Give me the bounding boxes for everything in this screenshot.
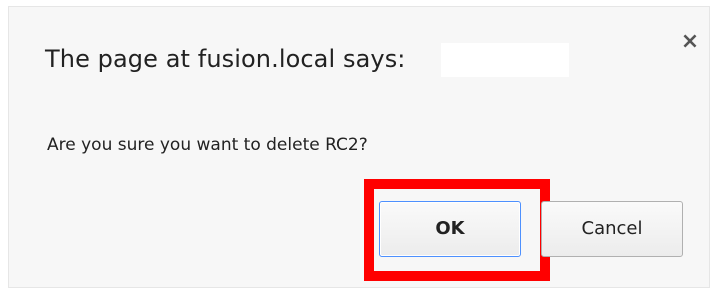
dialog-message: Are you sure you want to delete RC2?	[47, 135, 368, 155]
dialog-title: The page at fusion.local says:	[45, 45, 406, 73]
ok-button[interactable]: OK	[379, 201, 521, 257]
confirm-dialog: The page at fusion.local says: × Are you…	[8, 6, 710, 288]
close-icon[interactable]: ×	[679, 31, 701, 53]
title-highlight	[441, 43, 569, 77]
cancel-button[interactable]: Cancel	[541, 201, 683, 257]
